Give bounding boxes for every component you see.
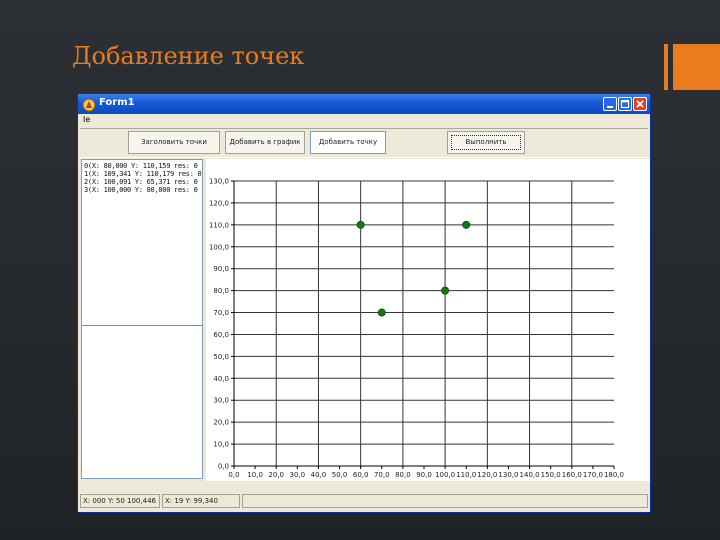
data-point [377,308,386,317]
add-point-button[interactable]: Добавить точку [310,131,386,154]
points-listbox[interactable]: 0(X: 80,000 Y: 110,159 res: 0 1(X: 109,3… [81,159,203,479]
x-tick-label: 40,0 [311,471,327,479]
y-tick-label: 60,0 [213,331,229,339]
y-tick-label: 120,0 [209,199,229,207]
close-icon[interactable] [633,97,647,111]
y-tick-label: 20,0 [213,419,229,427]
y-tick-label: 40,0 [213,375,229,383]
status-bar: X: 000 Y: 50 100,446 X: 19 Y: 99,340 [78,492,650,510]
x-tick-label: 160,0 [562,471,582,479]
window-title: Form1 [99,97,135,108]
x-tick-label: 20,0 [268,471,284,479]
y-tick-label: 30,0 [213,397,229,405]
list-item[interactable]: 2(X: 100,091 Y: 65,371 res: 0 [84,178,198,186]
x-tick-label: 110,0 [456,471,476,479]
load-points-button[interactable]: Заголовить точки [128,131,220,154]
status-cell-position: X: 19 Y: 99,340 [162,494,240,508]
add-to-chart-button[interactable]: Добавить в график [225,131,305,154]
x-tick-label: 0,0 [228,471,239,479]
y-tick-label: 100,0 [209,243,229,251]
list-item[interactable]: 1(X: 109,341 Y: 110,179 res: 0 [84,170,202,178]
slide-title: Добавление точек [72,42,305,70]
menu-item-file[interactable]: Ie [83,115,90,124]
x-tick-label: 50,0 [332,471,348,479]
y-tick-label: 90,0 [213,265,229,273]
status-cell-empty [242,494,648,508]
minimize-icon[interactable] [603,97,617,111]
x-tick-label: 100,0 [435,471,455,479]
list-item[interactable]: 3(X: 100,000 Y: 80,000 res: 0 [84,186,198,194]
toolbar: Заголовить точки Добавить в график Добав… [80,128,648,158]
x-tick-label: 140,0 [520,471,540,479]
list-divider [82,325,202,326]
y-tick-label: 70,0 [213,309,229,317]
x-tick-label: 10,0 [247,471,263,479]
accent-bar-thin [664,44,668,90]
y-tick-label: 80,0 [213,287,229,295]
app-window: Form1 Ie Заголовить точки Добавить в гра… [77,93,651,513]
x-tick-label: 70,0 [374,471,390,479]
chart-panel[interactable]: 0,0 10,0 20,0 30,0 40,0 50,0 60,0 70,0 80,0 90,0 1… [206,159,650,481]
status-cell-coordinates: X: 000 Y: 50 100,446 [80,494,160,508]
x-tick-label: 80,0 [395,471,411,479]
x-tick-label: 130,0 [498,471,518,479]
delphi-app-icon [82,97,96,112]
x-tick-label: 30,0 [290,471,306,479]
data-point [441,286,450,295]
data-point [462,220,471,229]
scatter-chart: 0,0 10,0 20,0 30,0 40,0 50,0 60,0 70,0 80,0 90,0 1… [209,178,624,480]
x-tick-label: 90,0 [416,471,432,479]
execute-button[interactable]: Выполнить [447,131,525,154]
y-tick-label: 10,0 [213,441,229,449]
x-tick-label: 60,0 [353,471,369,479]
x-tick-label: 170,0 [583,471,603,479]
title-bar[interactable]: Form1 [78,94,650,114]
list-item[interactable]: 0(X: 80,000 Y: 110,159 res: 0 [84,162,198,170]
x-tick-label: 180,0 [604,471,624,479]
menu-bar: Ie [78,114,650,128]
maximize-icon[interactable] [618,97,632,111]
data-point [356,220,365,229]
x-tick-label: 150,0 [541,471,561,479]
y-tick-label: 0,0 [218,463,229,471]
accent-bar-thick [673,44,720,90]
x-tick-label: 120,0 [477,471,497,479]
y-tick-label: 110,0 [209,221,229,229]
y-tick-label: 50,0 [213,353,229,361]
y-tick-label: 130,0 [209,178,229,186]
